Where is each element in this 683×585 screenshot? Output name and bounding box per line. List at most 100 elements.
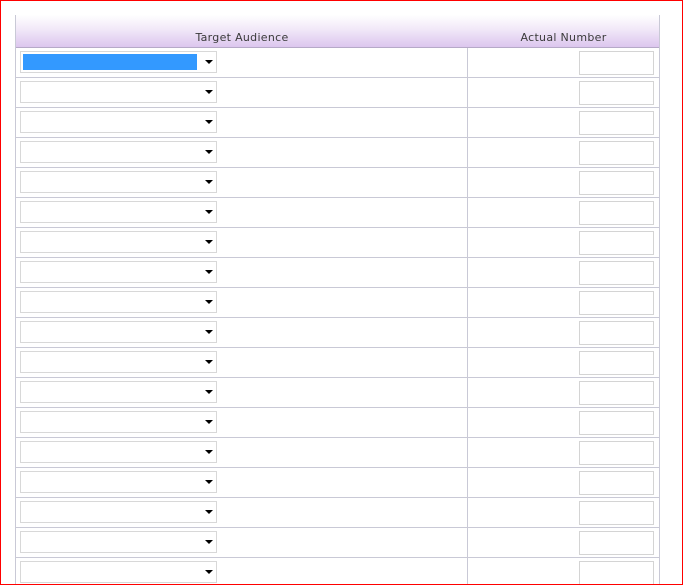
chevron-down-icon[interactable] xyxy=(205,210,213,214)
chevron-down-icon[interactable] xyxy=(205,90,213,94)
target-audience-dropdown[interactable] xyxy=(20,111,217,133)
dropdown-selected-value xyxy=(23,504,197,520)
chevron-down-icon[interactable] xyxy=(205,540,213,544)
table-row xyxy=(16,468,659,498)
actual-number-cell xyxy=(468,258,658,287)
chevron-down-icon[interactable] xyxy=(205,300,213,304)
actual-number-cell xyxy=(468,378,658,407)
actual-number-cell xyxy=(468,108,658,137)
actual-number-cell xyxy=(468,528,658,557)
target-audience-dropdown[interactable] xyxy=(20,321,217,343)
chevron-down-icon[interactable] xyxy=(205,60,213,64)
dropdown-selected-value xyxy=(23,384,197,400)
target-audience-cell xyxy=(16,48,468,77)
actual-number-cell xyxy=(468,438,658,467)
table-row xyxy=(16,498,659,528)
table-body xyxy=(16,48,659,584)
actual-number-cell xyxy=(468,348,658,377)
target-audience-dropdown[interactable] xyxy=(20,441,217,463)
actual-number-input[interactable] xyxy=(579,261,654,285)
actual-number-input[interactable] xyxy=(579,201,654,225)
target-audience-dropdown[interactable] xyxy=(20,201,217,223)
chevron-down-icon[interactable] xyxy=(205,510,213,514)
actual-number-input[interactable] xyxy=(579,231,654,255)
actual-number-cell xyxy=(468,288,658,317)
chevron-down-icon[interactable] xyxy=(205,420,213,424)
dropdown-selected-value xyxy=(23,414,197,430)
table-row xyxy=(16,48,659,78)
actual-number-input[interactable] xyxy=(579,141,654,165)
actual-number-input[interactable] xyxy=(579,351,654,375)
actual-number-input[interactable] xyxy=(579,441,654,465)
target-audience-cell xyxy=(16,528,468,557)
target-audience-dropdown[interactable] xyxy=(20,81,217,103)
actual-number-input[interactable] xyxy=(579,171,654,195)
table-row xyxy=(16,318,659,348)
dropdown-selected-value xyxy=(23,354,197,370)
target-audience-cell xyxy=(16,168,468,197)
actual-number-input[interactable] xyxy=(579,291,654,315)
target-audience-dropdown[interactable] xyxy=(20,351,217,373)
target-audience-cell xyxy=(16,198,468,227)
actual-number-input[interactable] xyxy=(579,411,654,435)
table-row xyxy=(16,78,659,108)
table-row xyxy=(16,558,659,584)
window-frame: Target Audience Actual Number xyxy=(0,0,683,585)
table-header: Target Audience Actual Number xyxy=(16,15,659,48)
chevron-down-icon[interactable] xyxy=(205,480,213,484)
actual-number-input[interactable] xyxy=(579,81,654,105)
actual-number-input[interactable] xyxy=(579,321,654,345)
target-audience-dropdown[interactable] xyxy=(20,411,217,433)
target-audience-dropdown[interactable] xyxy=(20,381,217,403)
target-audience-dropdown[interactable] xyxy=(20,171,217,193)
chevron-down-icon[interactable] xyxy=(205,570,213,574)
target-audience-dropdown[interactable] xyxy=(20,531,217,553)
actual-number-input[interactable] xyxy=(579,531,654,555)
dropdown-selected-value xyxy=(23,294,197,310)
actual-number-cell xyxy=(468,408,658,437)
target-audience-dropdown[interactable] xyxy=(20,261,217,283)
target-audience-cell xyxy=(16,138,468,167)
actual-number-input[interactable] xyxy=(579,111,654,135)
chevron-down-icon[interactable] xyxy=(205,330,213,334)
dropdown-selected-value xyxy=(23,534,197,550)
target-audience-cell xyxy=(16,108,468,137)
table-row xyxy=(16,288,659,318)
chevron-down-icon[interactable] xyxy=(205,450,213,454)
dropdown-selected-value xyxy=(23,204,197,220)
actual-number-input[interactable] xyxy=(579,381,654,405)
target-audience-dropdown[interactable] xyxy=(20,51,217,73)
dropdown-selected-value xyxy=(23,474,197,490)
table-row xyxy=(16,528,659,558)
chevron-down-icon[interactable] xyxy=(205,120,213,124)
target-audience-dropdown[interactable] xyxy=(20,231,217,253)
actual-number-input[interactable] xyxy=(579,51,654,75)
target-audience-cell xyxy=(16,498,468,527)
target-audience-dropdown[interactable] xyxy=(20,141,217,163)
chevron-down-icon[interactable] xyxy=(205,360,213,364)
chevron-down-icon[interactable] xyxy=(205,150,213,154)
target-audience-cell xyxy=(16,78,468,107)
audience-table: Target Audience Actual Number xyxy=(15,15,660,584)
target-audience-cell xyxy=(16,318,468,347)
target-audience-cell xyxy=(16,438,468,467)
table-row xyxy=(16,438,659,468)
chevron-down-icon[interactable] xyxy=(205,390,213,394)
chevron-down-icon[interactable] xyxy=(205,180,213,184)
target-audience-dropdown[interactable] xyxy=(20,561,217,583)
target-audience-cell xyxy=(16,348,468,377)
dropdown-selected-value xyxy=(23,564,197,580)
actual-number-input[interactable] xyxy=(579,501,654,525)
actual-number-cell xyxy=(468,168,658,197)
chevron-down-icon[interactable] xyxy=(205,270,213,274)
actual-number-input[interactable] xyxy=(579,561,654,584)
target-audience-dropdown[interactable] xyxy=(20,291,217,313)
actual-number-cell xyxy=(468,198,658,227)
dropdown-selected-value xyxy=(23,114,197,130)
target-audience-dropdown[interactable] xyxy=(20,471,217,493)
target-audience-cell xyxy=(16,408,468,437)
target-audience-dropdown[interactable] xyxy=(20,501,217,523)
actual-number-cell xyxy=(468,48,658,77)
actual-number-input[interactable] xyxy=(579,471,654,495)
chevron-down-icon[interactable] xyxy=(205,240,213,244)
